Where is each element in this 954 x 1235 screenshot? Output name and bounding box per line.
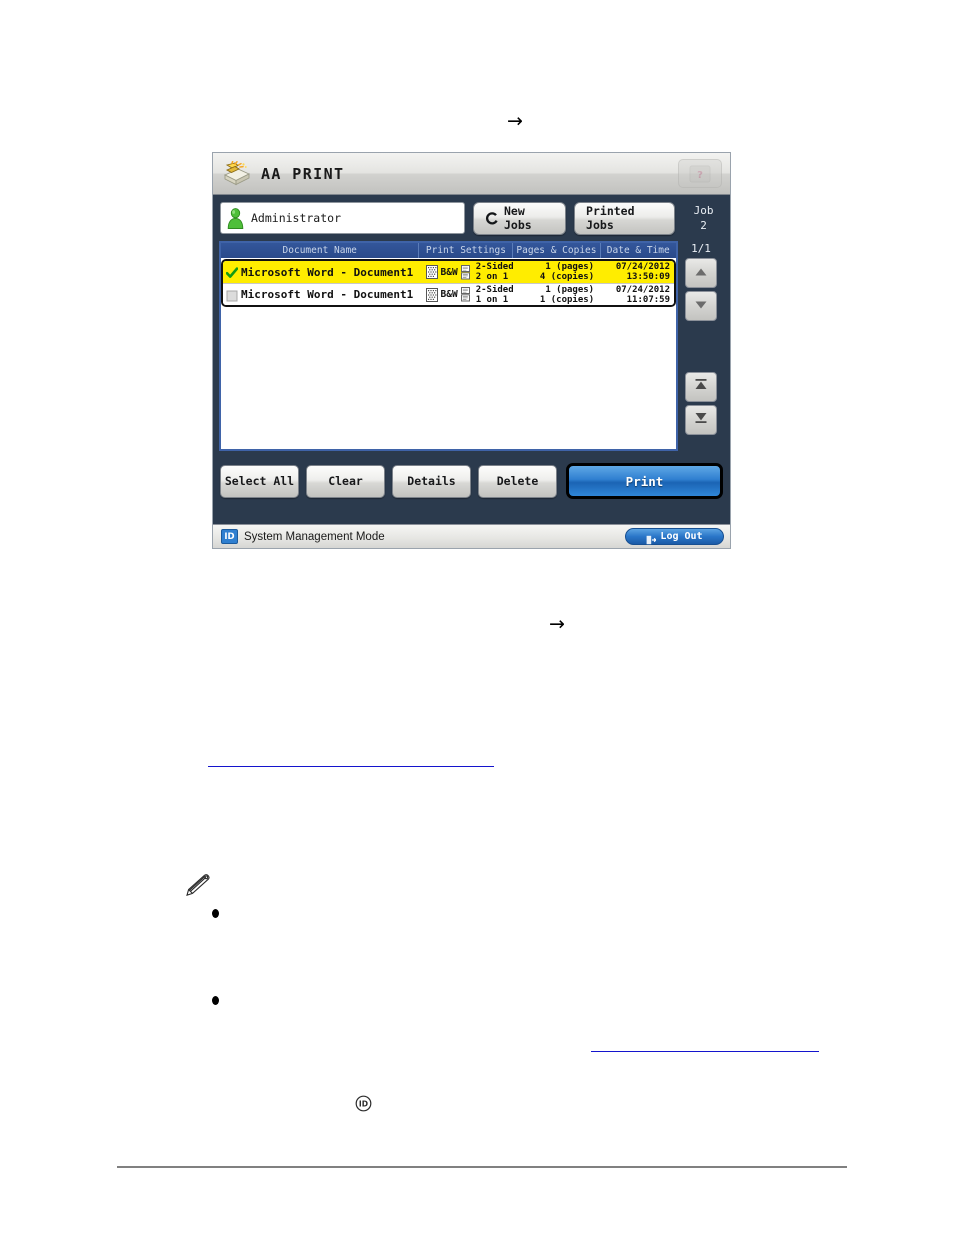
inline-arrow-icon: → — [549, 613, 565, 635]
job-list-box: Document Name Print Settings Pages & Cop… — [219, 241, 678, 451]
user-field[interactable]: Administrator — [220, 202, 465, 234]
duplex-nup-icon — [460, 264, 474, 280]
scroll-controls: 1/1 — [678, 241, 724, 451]
list-bullet — [212, 996, 219, 1005]
user-name: Administrator — [251, 211, 342, 225]
status-bar: ID System Management Mode Log Out — [213, 524, 730, 548]
job-list-area: Document Name Print Settings Pages & Cop… — [219, 241, 724, 451]
document-name: Microsoft Word - Document1 — [241, 288, 414, 301]
table-row[interactable]: Microsoft Word - Document1 — [223, 283, 674, 305]
cell-document-name[interactable]: Microsoft Word - Document1 — [223, 261, 420, 283]
copies-value: 4 (copies) — [539, 272, 595, 282]
cell-date-time: 07/24/2012 11:07:59 — [599, 284, 674, 305]
table-row[interactable]: Microsoft Word - Document1 — [223, 261, 674, 283]
footer-divider — [117, 1166, 847, 1168]
logout-icon — [646, 532, 658, 544]
page-indicator: 1/1 — [691, 242, 711, 255]
printed-jobs-button[interactable]: Printed Jobs — [574, 201, 676, 235]
jump-to-first-button[interactable] — [685, 372, 717, 402]
jump-to-last-icon — [694, 411, 708, 429]
cell-pages-copies: 1 (pages) 4 (copies) — [513, 261, 599, 283]
svg-text:?: ? — [697, 170, 703, 181]
duplex-nup-text: 2-Sided 1 on 1 — [476, 285, 513, 305]
cell-document-name[interactable]: Microsoft Word - Document1 — [223, 284, 420, 305]
date-value: 07/24/2012 — [615, 262, 670, 272]
pages-value: 1 (pages) — [545, 284, 595, 295]
document-name: Microsoft Word - Document1 — [241, 265, 414, 279]
time-value: 11:07:59 — [626, 294, 670, 305]
clear-button[interactable]: Clear — [306, 464, 385, 498]
inline-arrow-icon: → — [507, 110, 523, 132]
time-value: 13:50:09 — [626, 272, 670, 282]
help-icon[interactable]: ? — [678, 159, 722, 188]
print-job-icon — [222, 160, 252, 187]
new-jobs-button[interactable]: New Jobs — [473, 201, 567, 235]
cell-date-time: 07/24/2012 13:50:09 — [599, 261, 674, 283]
printed-jobs-label: Printed Jobs — [586, 204, 635, 232]
logout-label: Log Out — [660, 531, 703, 542]
arrow-up-icon — [694, 264, 708, 282]
new-jobs-label: New Jobs — [504, 204, 532, 232]
action-button-bar: Select All Clear Details Delete Print — [213, 451, 730, 503]
panel-title: AA PRINT — [261, 164, 345, 183]
select-all-button[interactable]: Select All — [220, 464, 299, 498]
jump-to-last-button[interactable] — [685, 405, 717, 435]
nup-mode: 1 on 1 — [475, 294, 509, 305]
color-mode: B&W — [440, 266, 458, 278]
job-counter-value: 2 — [700, 219, 707, 232]
duplex-nup-icon — [460, 287, 474, 302]
scroll-down-button[interactable] — [685, 291, 717, 321]
halftone-page-icon — [425, 287, 438, 302]
details-button[interactable]: Details — [392, 464, 471, 498]
logout-button[interactable]: Log Out — [625, 528, 724, 545]
job-counter: Job 2 — [683, 203, 724, 233]
user-jobs-row: Administrator New Jobs Printed Jobs Job … — [213, 195, 730, 241]
delete-button[interactable]: Delete — [478, 464, 557, 498]
cell-print-settings: B&W — [420, 284, 513, 305]
pages-value: 1 (pages) — [545, 262, 595, 272]
document-page: → → ID AA PRINT ? Administrator New Jobs… — [0, 0, 954, 1235]
color-mode: B&W — [440, 289, 458, 300]
list-bullet — [212, 909, 219, 918]
status-text: System Management Mode — [244, 530, 385, 543]
duplex-mode: 2-Sided — [475, 284, 513, 295]
jump-to-first-icon — [694, 378, 708, 396]
column-headers: Document Name Print Settings Pages & Cop… — [221, 243, 676, 258]
nup-mode: 2 on 1 — [475, 272, 509, 282]
circled-id-icon: ID — [355, 1095, 372, 1112]
date-value: 07/24/2012 — [615, 284, 670, 295]
cell-print-settings: B&W — [420, 261, 513, 283]
job-rows: Microsoft Word - Document1 B&W 2-Sided 2… — [221, 259, 676, 307]
cell-pages-copies: 1 (pages) 1 (copies) — [513, 284, 599, 305]
duplex-setting: 2-Sided 1 on 1 — [460, 285, 513, 305]
panel-title-bar: AA PRINT ? — [213, 153, 730, 195]
column-header-pages-copies: Pages & Copies — [513, 243, 601, 258]
print-button[interactable]: Print — [566, 463, 723, 499]
hyperlink[interactable] — [591, 1051, 819, 1052]
arrow-down-icon — [694, 297, 708, 315]
scroll-up-button[interactable] — [685, 258, 717, 288]
svg-text:ID: ID — [359, 1100, 368, 1109]
column-header-date-time: Date & Time — [606, 245, 670, 256]
duplex-nup-text: 2-Sided 2 on 1 — [476, 262, 513, 282]
column-header-document-name: Document Name — [221, 243, 420, 258]
printer-touch-panel: AA PRINT ? Administrator New Jobs Printe… — [212, 152, 731, 549]
checkbox-unchecked-icon[interactable] — [226, 289, 238, 301]
duplex-mode: 2-Sided — [475, 262, 513, 272]
pencil-note-icon — [185, 873, 211, 897]
checkbox-checked-icon[interactable] — [225, 266, 239, 278]
job-counter-label: Job — [693, 204, 714, 217]
user-person-icon — [226, 207, 245, 229]
copies-value: 1 (copies) — [539, 294, 595, 305]
refresh-icon — [485, 211, 498, 225]
halftone-page-icon — [425, 265, 438, 279]
duplex-setting: 2-Sided 2 on 1 — [460, 262, 513, 282]
hyperlink[interactable] — [208, 766, 494, 767]
column-header-print-settings: Print Settings — [419, 243, 514, 258]
id-badge-icon: ID — [221, 529, 238, 544]
